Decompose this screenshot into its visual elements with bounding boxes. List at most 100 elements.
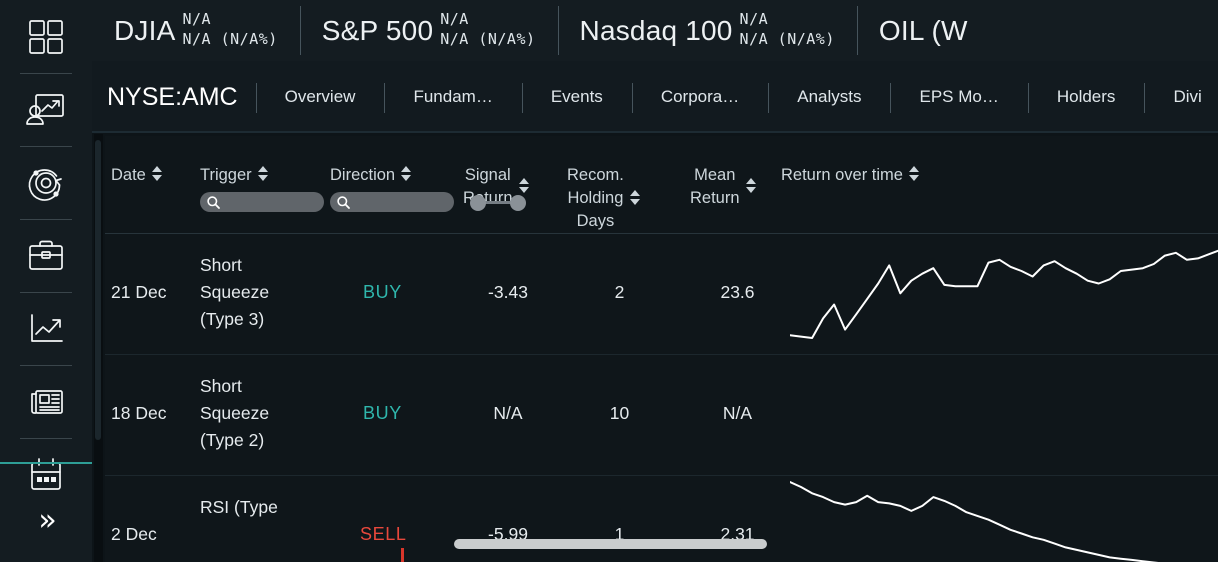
- cell-return-over-time-sparkline: [790, 244, 1218, 344]
- newspaper-icon: [23, 380, 69, 424]
- column-header-mean-return[interactable]: Mean Return: [690, 164, 785, 210]
- cell-mean-return: 23.6: [720, 282, 755, 302]
- tab-eps-momentum[interactable]: EPS Mo…: [890, 61, 1027, 133]
- cell-date: 21 Dec: [111, 282, 167, 302]
- search-icon: [336, 195, 351, 210]
- ticker-name: Nasdaq 100: [579, 14, 733, 46]
- trigger-search-input[interactable]: [200, 192, 324, 212]
- sidebar-item-portfolio[interactable]: [0, 219, 92, 292]
- column-header-date[interactable]: Date: [111, 164, 163, 187]
- cell-mean-return: N/A: [722, 403, 753, 423]
- cell-return-over-time-sparkline: [790, 365, 1218, 465]
- signal-return-range-slider[interactable]: [470, 194, 526, 212]
- ticker-name: S&P 500: [321, 14, 434, 46]
- cell-holding-days: 10: [609, 403, 630, 423]
- ticker-item-djia[interactable]: DJIA N/A N/A (N/A%): [92, 0, 300, 61]
- ticker-price: N/A: [182, 9, 212, 28]
- sort-toggle-icon[interactable]: [629, 188, 641, 206]
- ticker-change: N/A (N/A%): [440, 29, 536, 48]
- chevron-double-right-icon: »: [38, 503, 56, 538]
- sidebar-item-discovery[interactable]: [0, 146, 92, 219]
- page-title: NYSE:AMC: [107, 82, 238, 111]
- sidebar-expand-button[interactable]: »: [0, 490, 92, 552]
- column-header-direction[interactable]: Direction: [330, 164, 412, 187]
- column-header-holding-days[interactable]: Recom. Holding Days: [567, 164, 672, 233]
- briefcase-icon: [23, 234, 69, 278]
- ticker-name: OIL (W: [878, 14, 968, 46]
- sidebar: »: [0, 0, 92, 562]
- column-label: Return over time: [781, 166, 903, 184]
- column-label: Date: [111, 166, 146, 184]
- cell-direction: BUY: [363, 282, 402, 302]
- ticker-price: N/A: [739, 9, 769, 28]
- sort-toggle-icon[interactable]: [257, 164, 269, 182]
- vertical-scrollbar-thumb[interactable]: [95, 140, 101, 440]
- sort-toggle-icon[interactable]: [908, 164, 920, 182]
- tab-label: EPS Mo…: [919, 87, 999, 106]
- column-header-trigger[interactable]: Trigger: [200, 164, 269, 187]
- cell-signal-return: -3.43: [488, 282, 528, 302]
- slider-knob-min[interactable]: [470, 195, 486, 211]
- tab-label: Corpora…: [660, 87, 740, 106]
- ticker-item-oil[interactable]: OIL (W: [856, 0, 990, 61]
- sidebar-item-screener[interactable]: [0, 73, 92, 146]
- direction-search-input[interactable]: [330, 192, 454, 212]
- tab-fundamentals[interactable]: Fundam…: [384, 61, 521, 133]
- nav-underline: [92, 131, 1218, 133]
- cell-direction: BUY: [363, 403, 402, 423]
- screener-presentation-icon: [23, 88, 69, 132]
- signals-table-panel: Date Trigger Direction Signal Return Rec…: [105, 136, 1218, 562]
- symbol-nav-bar: NYSE:AMC Overview Fundam… Events Corpora…: [92, 61, 1218, 133]
- tab-label: Fundam…: [413, 87, 493, 106]
- table-row[interactable]: 2 Dec RSI (Type SELL -5.99 1 2.31: [105, 476, 1218, 562]
- ticker-change: N/A (N/A%): [739, 29, 835, 48]
- cell-trigger: RSI (Type: [200, 497, 278, 517]
- ticker-values: N/A N/A (N/A%): [740, 9, 835, 49]
- tab-label: Holders: [1056, 87, 1116, 106]
- cell-date: 2 Dec: [111, 524, 157, 544]
- ticker-values: N/A N/A (N/A%): [440, 9, 535, 49]
- sidebar-active-indicator: [0, 462, 92, 464]
- sidebar-item-news[interactable]: [0, 365, 92, 438]
- market-ticker-bar: DJIA N/A N/A (N/A%) S&P 500 N/A N/A (N/A…: [92, 0, 1218, 61]
- tab-label: Analysts: [797, 87, 862, 106]
- sidebar-item-charts[interactable]: [0, 292, 92, 365]
- cell-direction: SELL: [360, 524, 407, 544]
- sort-toggle-icon[interactable]: [151, 164, 163, 182]
- table-row[interactable]: 18 Dec Short Squeeze (Type 2) BUY N/A 10…: [105, 355, 1218, 476]
- tab-dividends[interactable]: Divi: [1144, 61, 1218, 133]
- ticker-name: DJIA: [114, 14, 176, 46]
- cell-date: 18 Dec: [111, 403, 167, 423]
- cell-trigger: Short Squeeze (Type 2): [200, 376, 270, 450]
- sort-toggle-icon[interactable]: [518, 176, 530, 194]
- cell-signal-return: N/A: [493, 403, 523, 423]
- sort-toggle-icon[interactable]: [401, 164, 412, 182]
- horizontal-scrollbar-thumb[interactable]: [454, 539, 767, 549]
- app-root: » DJIA N/A N/A (N/A%) S&P 500 N/A N/A (N…: [0, 0, 1218, 562]
- text-cursor-caret: [401, 548, 404, 562]
- tab-analysts[interactable]: Analysts: [768, 61, 890, 133]
- cell-trigger: Short Squeeze (Type 3): [200, 255, 270, 329]
- table-header-row: Date Trigger Direction Signal Return Rec…: [105, 136, 1218, 234]
- ticker-change: N/A (N/A%): [182, 29, 278, 48]
- cell-return-over-time-sparkline: [790, 476, 1218, 562]
- tab-label: Divi: [1173, 87, 1202, 106]
- ticker-item-sp500[interactable]: S&P 500 N/A N/A (N/A%): [299, 0, 558, 61]
- cell-holding-days: 2: [614, 282, 625, 302]
- dashboard-grid-icon: [24, 15, 68, 59]
- ticker-item-nasdaq100[interactable]: Nasdaq 100 N/A N/A (N/A%): [557, 0, 857, 61]
- slider-knob-max[interactable]: [510, 195, 526, 211]
- table-row[interactable]: 21 Dec Short Squeeze (Type 3) BUY -3.43 …: [105, 234, 1218, 355]
- ticker-values: N/A N/A (N/A%): [182, 9, 277, 49]
- tab-events[interactable]: Events: [521, 61, 632, 133]
- tab-label: Overview: [284, 87, 356, 106]
- sort-toggle-icon[interactable]: [745, 176, 757, 194]
- search-icon: [206, 195, 221, 210]
- column-header-return-over-time[interactable]: Return over time: [781, 164, 920, 187]
- sidebar-item-dashboard[interactable]: [0, 0, 92, 73]
- tab-corporate[interactable]: Corpora…: [631, 61, 768, 133]
- column-label: Mean Return: [690, 166, 740, 207]
- tab-holders[interactable]: Holders: [1027, 61, 1145, 133]
- tab-overview[interactable]: Overview: [255, 61, 385, 133]
- line-chart-up-icon: [23, 307, 69, 351]
